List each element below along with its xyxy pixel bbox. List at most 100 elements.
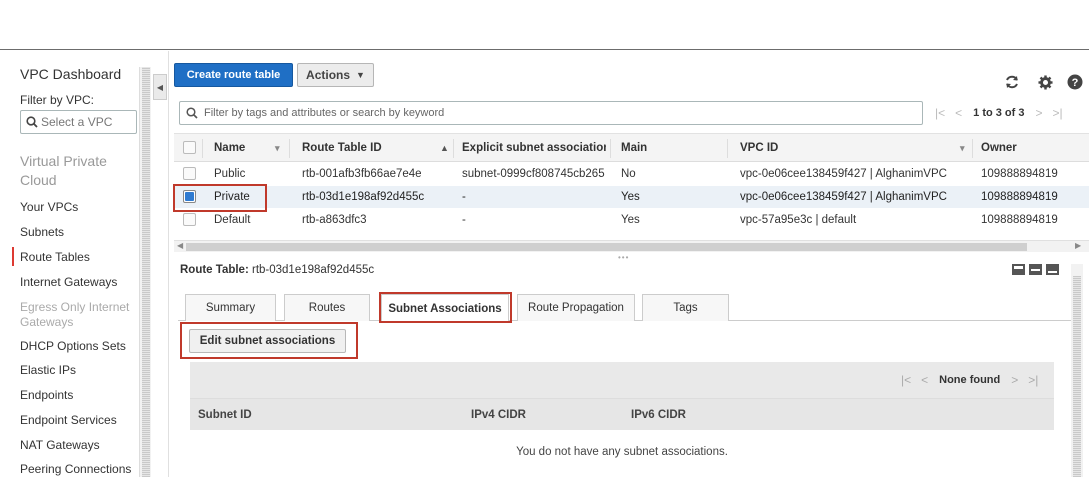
column-subnet-id[interactable]: Subnet ID bbox=[198, 399, 252, 431]
header-separator bbox=[610, 139, 611, 158]
table-horizontal-scrollbar[interactable]: ◀ ▶ bbox=[174, 240, 1089, 252]
sidebar-item-egress-only-gateways[interactable]: Egress Only Internet Gateways bbox=[20, 300, 130, 330]
row-checkbox[interactable] bbox=[183, 167, 196, 180]
gear-icon[interactable] bbox=[1036, 73, 1054, 91]
sidebar-item-internet-gateways[interactable]: Internet Gateways bbox=[20, 275, 117, 289]
create-route-table-button[interactable]: Create route table bbox=[174, 63, 293, 87]
tab-route-propagation[interactable]: Route Propagation bbox=[517, 294, 635, 321]
table-row[interactable]: Private rtb-03d1e198af92d455c - Yes vpc-… bbox=[174, 186, 1089, 208]
tab-tags[interactable]: Tags bbox=[642, 294, 729, 321]
sidebar-title[interactable]: VPC Dashboard bbox=[20, 66, 121, 82]
layout-bottom-icon[interactable] bbox=[1012, 264, 1025, 275]
sidebar: VPC Dashboard Filter by VPC: Select a VP… bbox=[0, 51, 151, 477]
subnet-table-header: Subnet ID IPv4 CIDR IPv6 CIDR bbox=[190, 398, 1054, 430]
table-pager: |< < 1 to 3 of 3 > >| bbox=[930, 101, 1068, 125]
top-bar bbox=[0, 0, 1089, 50]
column-ipv6-cidr[interactable]: IPv6 CIDR bbox=[631, 399, 686, 431]
sidebar-item-nat-gateways[interactable]: NAT Gateways bbox=[20, 438, 100, 452]
tab-summary[interactable]: Summary bbox=[185, 294, 276, 321]
sidebar-scrollbar[interactable] bbox=[139, 67, 151, 477]
detail-vertical-scrollbar[interactable] bbox=[1071, 264, 1083, 477]
table-row[interactable]: Public rtb-001afb3fb66ae7e4e subnet-0999… bbox=[174, 163, 1089, 185]
cell-owner: 109888894819 bbox=[981, 168, 1058, 180]
prev-page-icon[interactable]: < bbox=[921, 373, 928, 387]
sidebar-item-dhcp-options[interactable]: DHCP Options Sets bbox=[20, 339, 126, 353]
help-icon[interactable]: ? bbox=[1066, 73, 1084, 91]
table-scroll-thumb[interactable] bbox=[186, 243, 1027, 251]
sidebar-item-route-tables[interactable]: Route Tables bbox=[20, 250, 90, 264]
actions-button[interactable]: Actions ▼ bbox=[297, 63, 374, 87]
prev-page-icon[interactable]: < bbox=[955, 106, 962, 120]
highlight-subnet-tab bbox=[379, 292, 512, 323]
sidebar-scroll-thumb[interactable] bbox=[142, 67, 150, 477]
table-header: Name ▾ Route Table ID ▲ Explicit subnet … bbox=[174, 133, 1089, 162]
search-icon bbox=[26, 116, 38, 128]
column-main[interactable]: Main bbox=[621, 134, 647, 162]
cell-route-table-id: rtb-001afb3fb66ae7e4e bbox=[302, 168, 422, 180]
vpc-select[interactable]: Select a VPC bbox=[20, 110, 137, 134]
route-tables-table: Name ▾ Route Table ID ▲ Explicit subnet … bbox=[174, 133, 1089, 253]
sidebar-item-endpoint-services[interactable]: Endpoint Services bbox=[20, 413, 117, 427]
cell-name: Public bbox=[214, 168, 246, 180]
column-explicit-subnet[interactable]: Explicit subnet association bbox=[462, 134, 606, 162]
sidebar-item-your-vpcs[interactable]: Your VPCs bbox=[20, 200, 78, 214]
layout-split-icon[interactable] bbox=[1029, 264, 1042, 275]
subnet-pager-text: None found bbox=[939, 374, 1001, 386]
tab-routes[interactable]: Routes bbox=[284, 294, 370, 321]
table-row[interactable]: Default rtb-a863dfc3 - Yes vpc-57a95e3c … bbox=[174, 209, 1089, 231]
cell-main: Yes bbox=[621, 191, 640, 203]
select-all-checkbox[interactable] bbox=[183, 141, 196, 154]
detail-scroll-thumb[interactable] bbox=[1073, 276, 1081, 477]
scroll-right-icon[interactable]: ▶ bbox=[1075, 241, 1081, 250]
column-route-table-id[interactable]: Route Table ID bbox=[302, 134, 382, 162]
column-owner[interactable]: Owner bbox=[981, 134, 1017, 162]
resize-handle[interactable]: ••• bbox=[618, 253, 629, 262]
header-separator bbox=[727, 139, 728, 158]
cell-owner: 109888894819 bbox=[981, 191, 1058, 203]
scroll-left-icon[interactable]: ◀ bbox=[177, 241, 183, 250]
filter-by-vpc-label: Filter by VPC: bbox=[20, 93, 95, 107]
cell-name: Default bbox=[214, 214, 251, 226]
header-separator bbox=[289, 139, 290, 158]
last-page-icon[interactable]: >| bbox=[1028, 373, 1038, 387]
cell-route-table-id: rtb-03d1e198af92d455c bbox=[302, 191, 425, 203]
active-indicator bbox=[12, 247, 14, 266]
pager-text: 1 to 3 of 3 bbox=[973, 107, 1025, 119]
cell-vpc-id: vpc-57a95e3c | default bbox=[740, 214, 857, 226]
column-vpc-id[interactable]: VPC ID bbox=[740, 134, 778, 162]
row-checkbox[interactable] bbox=[183, 213, 196, 226]
layout-top-icon[interactable] bbox=[1046, 264, 1059, 275]
first-page-icon[interactable]: |< bbox=[901, 373, 911, 387]
column-menu-icon[interactable]: ▾ bbox=[275, 134, 285, 162]
sidebar-item-elastic-ips[interactable]: Elastic IPs bbox=[20, 363, 76, 377]
svg-text:?: ? bbox=[1072, 77, 1079, 89]
header-separator bbox=[972, 139, 973, 158]
column-name[interactable]: Name bbox=[214, 134, 245, 162]
cell-route-table-id: rtb-a863dfc3 bbox=[302, 214, 367, 226]
vpc-select-placeholder: Select a VPC bbox=[41, 115, 113, 129]
column-menu-icon[interactable]: ▾ bbox=[960, 134, 970, 162]
sort-asc-icon[interactable]: ▲ bbox=[440, 134, 449, 162]
next-page-icon[interactable]: > bbox=[1035, 106, 1042, 120]
detail-title: Route Table: rtb-03d1e198af92d455c bbox=[180, 264, 374, 276]
cell-main: No bbox=[621, 168, 636, 180]
last-page-icon[interactable]: >| bbox=[1053, 106, 1063, 120]
search-icon bbox=[186, 107, 198, 119]
sidebar-item-peering-connections[interactable]: Peering Connections bbox=[20, 462, 131, 476]
table-filter-input[interactable]: Filter by tags and attributes or search … bbox=[179, 101, 923, 125]
next-page-icon[interactable]: > bbox=[1011, 373, 1018, 387]
cell-explicit-subnet: - bbox=[462, 191, 466, 203]
subnet-pager: |< < None found > >| bbox=[896, 370, 1043, 390]
layout-toggle-group bbox=[1012, 264, 1059, 275]
cell-main: Yes bbox=[621, 214, 640, 226]
header-separator bbox=[202, 139, 203, 158]
first-page-icon[interactable]: |< bbox=[935, 106, 945, 120]
collapse-sidebar-button[interactable]: ◀ bbox=[153, 74, 167, 100]
sidebar-section-vpc: Virtual Private Cloud bbox=[20, 153, 107, 188]
highlight-edit-button bbox=[180, 322, 358, 359]
column-ipv4-cidr[interactable]: IPv4 CIDR bbox=[471, 399, 526, 431]
sidebar-item-endpoints[interactable]: Endpoints bbox=[20, 388, 73, 402]
refresh-icon[interactable] bbox=[1003, 73, 1021, 91]
sidebar-item-subnets[interactable]: Subnets bbox=[20, 225, 64, 239]
actions-label: Actions bbox=[306, 68, 351, 82]
